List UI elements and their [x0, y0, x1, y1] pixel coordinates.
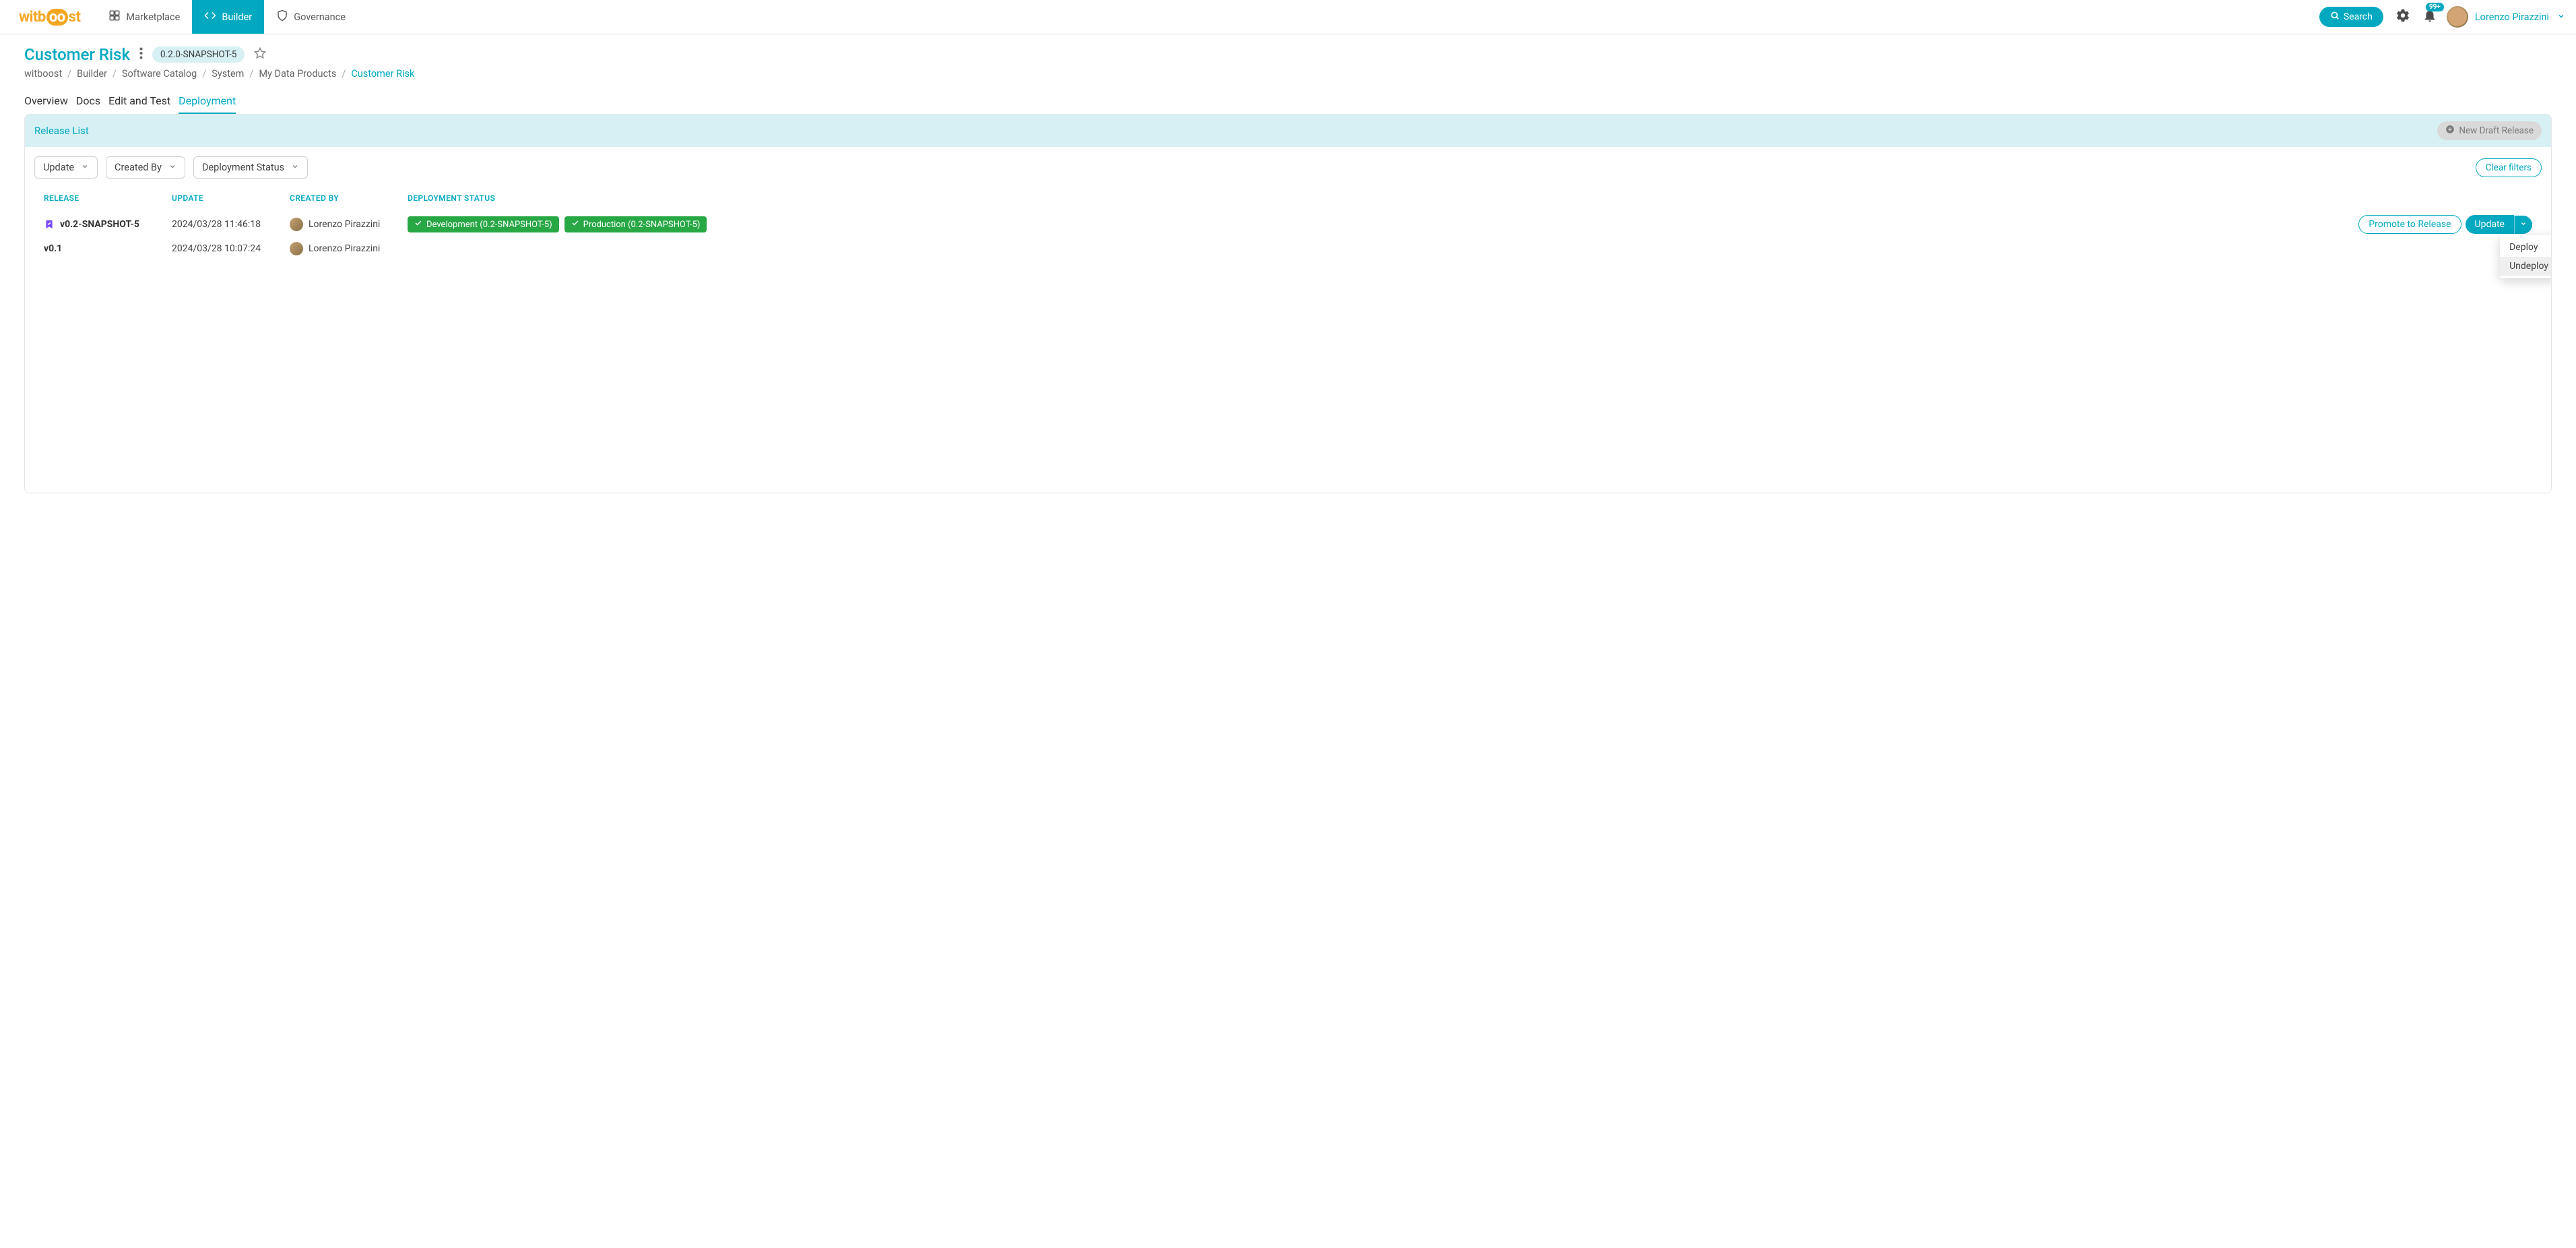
favorite-button[interactable] [254, 47, 266, 62]
nav-marketplace[interactable]: Marketplace [96, 0, 192, 34]
chevron-down-icon [81, 162, 89, 173]
governance-icon [276, 9, 288, 24]
release-table: RELEASE UPDATE CREATED BY DEPLOYMENT STA… [25, 183, 2551, 493]
promote-to-release-button[interactable]: Promote to Release [2358, 215, 2461, 234]
col-release: RELEASE [44, 193, 172, 203]
user-menu[interactable]: Lorenzo Pirazzini [2475, 11, 2565, 23]
version-chip: 0.2.0-SNAPSHOT-5 [152, 46, 245, 63]
settings-button[interactable] [2395, 8, 2410, 26]
marketplace-icon [108, 9, 121, 24]
gear-icon [2395, 13, 2410, 26]
bookmark-icon [44, 219, 55, 230]
panel-title: Release List [34, 125, 89, 137]
table-row[interactable]: v0.1 2024/03/28 10:07:24 Lorenzo Pirazzi… [38, 238, 2538, 259]
creator-avatar [290, 218, 303, 231]
col-update: UPDATE [172, 193, 290, 203]
status-badge: Development (0.2-SNAPSHOT-5) [408, 216, 559, 232]
menu-deploy[interactable]: Deploy [2500, 238, 2552, 257]
user-name-label: Lorenzo Pirazzini [2475, 11, 2549, 23]
creator-name: Lorenzo Pirazzini [309, 219, 380, 230]
notification-badge: 99+ [2426, 3, 2444, 11]
col-created-by: CREATED BY [290, 193, 408, 203]
tab-docs[interactable]: Docs [76, 92, 100, 114]
app-header: witboost Marketplace Builder Governance … [0, 0, 2576, 34]
breadcrumb: witboost/ Builder/ Software Catalog/ Sys… [24, 68, 2552, 80]
tab-overview[interactable]: Overview [24, 92, 68, 114]
chevron-down-icon [2557, 11, 2565, 23]
nav-builder-label: Builder [222, 11, 252, 23]
status-badge: Production (0.2-SNAPSHOT-5) [565, 216, 707, 232]
release-panel: Release List New Draft Release Update Cr… [24, 114, 2552, 493]
tab-deployment[interactable]: Deployment [179, 92, 236, 114]
table-row[interactable]: v0.2-SNAPSHOT-5 2024/03/28 11:46:18 Lore… [38, 211, 2538, 238]
filter-deployment-status[interactable]: Deployment Status [193, 156, 308, 179]
filter-update[interactable]: Update [34, 156, 98, 179]
menu-undeploy[interactable]: Undeploy [2500, 257, 2552, 276]
action-menu: Deploy Undeploy [2500, 235, 2552, 278]
status-label: Development (0.2-SNAPSHOT-5) [426, 220, 552, 230]
breadcrumb-item[interactable]: My Data Products [259, 68, 336, 80]
breadcrumb-item[interactable]: Software Catalog [122, 68, 197, 80]
plus-circle-icon [2445, 125, 2455, 137]
bell-icon [2422, 13, 2437, 26]
clear-filters-button[interactable]: Clear filters [2476, 158, 2542, 177]
new-draft-release-button: New Draft Release [2437, 121, 2542, 140]
main-nav: Marketplace Builder Governance [96, 0, 358, 34]
breadcrumb-item[interactable]: Builder [77, 68, 107, 80]
creator-name: Lorenzo Pirazzini [309, 243, 380, 254]
filter-created-by[interactable]: Created By [106, 156, 185, 179]
nav-governance[interactable]: Governance [264, 0, 358, 34]
search-button[interactable]: Search [2319, 7, 2383, 27]
update-cell: 2024/03/28 10:07:24 [172, 243, 290, 254]
search-icon [2330, 11, 2340, 23]
search-label: Search [2344, 11, 2373, 22]
update-dropdown-button[interactable] [2514, 216, 2532, 234]
chevron-down-icon [168, 162, 176, 173]
nav-marketplace-label: Marketplace [126, 11, 180, 23]
filter-created-by-label: Created By [115, 162, 162, 173]
tabs: Overview Docs Edit and Test Deployment [24, 92, 2552, 114]
nav-builder[interactable]: Builder [192, 0, 264, 34]
release-label: v0.1 [44, 243, 62, 254]
notifications-button[interactable]: 99+ [2422, 8, 2437, 26]
builder-icon [204, 9, 216, 24]
filters-row: Update Created By Deployment Status Clea… [25, 147, 2551, 183]
release-label: v0.2-SNAPSHOT-5 [60, 219, 139, 230]
new-draft-label: New Draft Release [2459, 125, 2534, 136]
page-title: Customer Risk [24, 45, 130, 64]
chevron-down-icon [291, 162, 299, 173]
nav-governance-label: Governance [294, 11, 346, 23]
breadcrumb-item[interactable]: witboost [24, 68, 62, 80]
col-deployment-status: DEPLOYMENT STATUS [408, 193, 2303, 203]
page-header: Customer Risk 0.2.0-SNAPSHOT-5 witboost/… [0, 34, 2576, 114]
update-cell: 2024/03/28 11:46:18 [172, 219, 290, 230]
update-button[interactable]: Update [2466, 215, 2514, 234]
chevron-down-icon [2520, 220, 2527, 230]
user-avatar[interactable] [2447, 6, 2468, 28]
status-label: Production (0.2-SNAPSHOT-5) [583, 220, 701, 230]
logo[interactable]: witboost [19, 9, 80, 26]
filter-deployment-status-label: Deployment Status [202, 162, 284, 173]
tab-edit-and-test[interactable]: Edit and Test [108, 92, 170, 114]
check-icon [414, 219, 422, 230]
breadcrumb-item[interactable]: System [212, 68, 244, 80]
page-menu-button[interactable] [139, 47, 143, 62]
breadcrumb-current: Customer Risk [351, 68, 414, 80]
filter-update-label: Update [43, 162, 74, 173]
check-icon [571, 219, 579, 230]
creator-avatar [290, 242, 303, 255]
